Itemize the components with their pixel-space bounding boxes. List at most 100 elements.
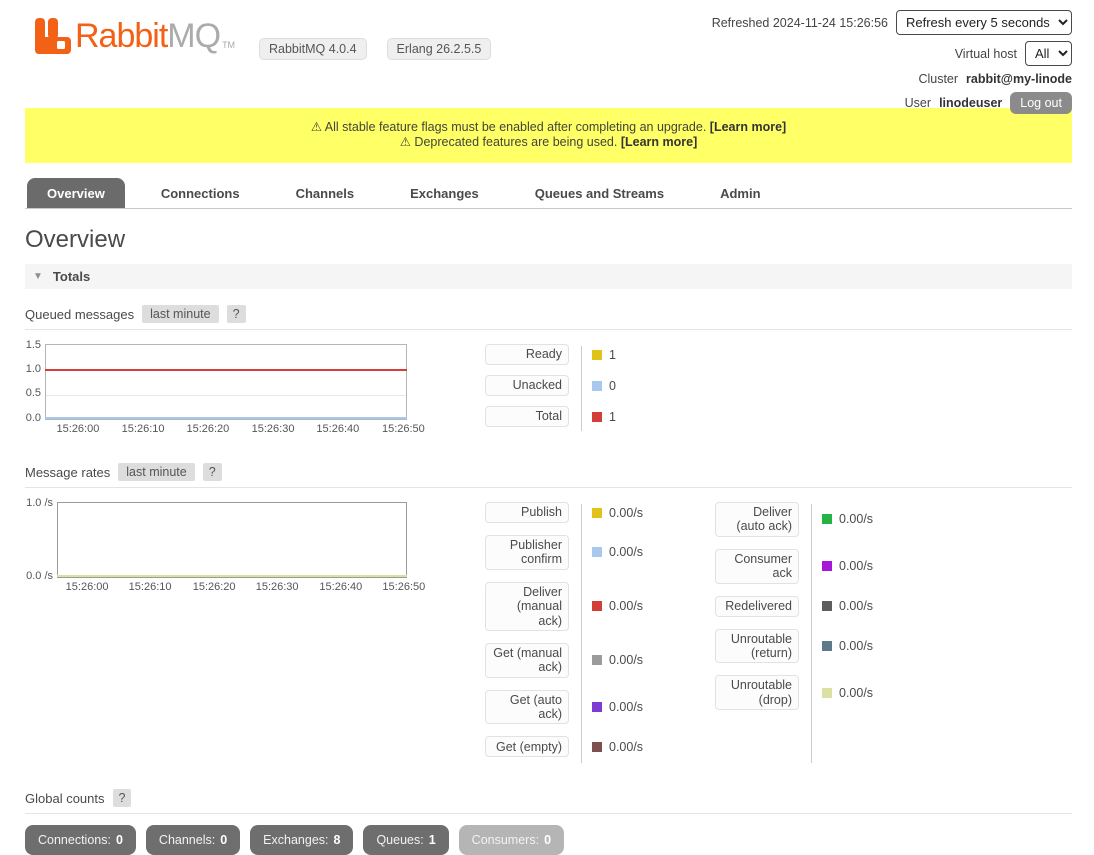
redelivered-rate: 0.00/s — [839, 599, 873, 613]
legend-toggle-get-manual-ack[interactable]: Get (manual ack) — [485, 643, 569, 678]
legend-row-publish: Publish 0.00/s — [485, 502, 697, 523]
get-empty-rate: 0.00/s — [609, 740, 643, 754]
legend-toggle-get-empty[interactable]: Get (empty) — [485, 736, 569, 757]
get-auto-ack-swatch — [592, 702, 602, 712]
legend-toggle-unroutable-return[interactable]: Unroutable (return) — [715, 629, 799, 664]
channels-count-value: 0 — [220, 833, 227, 847]
x-tick: 15:26:40 — [316, 423, 359, 435]
header: RabbitMQ TM RabbitMQ 4.0.4 Erlang 26.2.5… — [25, 0, 1072, 108]
legend-row-deliver-manual-ack: Deliver (manual ack) 0.00/s — [485, 582, 697, 631]
legend-toggle-total[interactable]: Total — [485, 406, 569, 427]
get-manual-ack-swatch — [592, 655, 602, 665]
exchanges-count-badge: Exchanges:8 — [250, 825, 353, 855]
deliver-manual-ack-swatch — [592, 601, 602, 611]
main-nav-tabs: Overview Connections Channels Exchanges … — [25, 178, 1072, 209]
user-name: linodeuser — [939, 96, 1002, 110]
legend-toggle-publish[interactable]: Publish — [485, 502, 569, 523]
message-rates-title: Message rates — [25, 465, 110, 480]
x-tick: 15:26:40 — [319, 581, 362, 593]
unroutable-drop-rate: 0.00/s — [839, 686, 873, 700]
global-counts-help-icon[interactable]: ? — [113, 789, 132, 807]
queued-help-icon[interactable]: ? — [227, 305, 246, 323]
legend-row-get-auto-ack: Get (auto ack) 0.00/s — [485, 690, 697, 725]
deprecated-learn-more-link[interactable]: [Learn more] — [621, 135, 697, 149]
legend-toggle-ready[interactable]: Ready — [485, 344, 569, 365]
unacked-value: 0 — [609, 379, 616, 393]
queued-period-badge[interactable]: last minute — [142, 305, 218, 323]
banner-line-deprecated: ⚠ Deprecated features are being used. [L… — [35, 135, 1062, 150]
y-tick: 1.0 /s — [25, 497, 53, 509]
legend-row-ready: Ready 1 — [485, 344, 697, 365]
legend-row-consumer-ack: Consumer ack 0.00/s — [715, 549, 927, 584]
queued-messages-chart-row: 1.5 1.0 0.5 0.0 15:26:00 15:26:10 15:26:… — [25, 344, 1072, 437]
series-line-unroutable-drop — [57, 575, 407, 577]
feature-flags-learn-more-link[interactable]: [Learn more] — [710, 120, 786, 134]
collapse-triangle-icon[interactable]: ▼ — [33, 271, 43, 282]
legend-toggle-redelivered[interactable]: Redelivered — [715, 596, 799, 617]
message-rates-heading: Message rates last minute ? — [25, 463, 1072, 488]
tab-exchanges[interactable]: Exchanges — [390, 178, 499, 208]
deliver-auto-ack-rate: 0.00/s — [839, 512, 873, 526]
legend-row-unroutable-return: Unroutable (return) 0.00/s — [715, 629, 927, 664]
tab-admin[interactable]: Admin — [700, 178, 780, 208]
rabbitmq-logo-icon — [35, 18, 71, 54]
virtual-host-select[interactable]: All — [1025, 41, 1072, 66]
logout-button[interactable]: Log out — [1010, 92, 1072, 114]
rates-period-badge[interactable]: last minute — [118, 463, 194, 481]
totals-label: Totals — [53, 269, 90, 284]
x-tick: 15:26:30 — [256, 581, 299, 593]
get-auto-ack-rate: 0.00/s — [609, 700, 643, 714]
publish-swatch — [592, 508, 602, 518]
y-tick: 1.0 — [25, 363, 41, 375]
tab-channels[interactable]: Channels — [276, 178, 375, 208]
legend-toggle-unacked[interactable]: Unacked — [485, 375, 569, 396]
rates-help-icon[interactable]: ? — [203, 463, 222, 481]
refreshed-timestamp: Refreshed 2024-11-24 15:26:56 — [712, 16, 888, 30]
tab-queues-and-streams[interactable]: Queues and Streams — [515, 178, 684, 208]
legend-row-unacked: Unacked 0 — [485, 375, 697, 396]
rates-legend-left: Publish 0.00/s Publisher confirm 0.00/s … — [485, 502, 697, 769]
legend-toggle-consumer-ack[interactable]: Consumer ack — [715, 549, 799, 584]
legend-toggle-unroutable-drop[interactable]: Unroutable (drop) — [715, 675, 799, 710]
x-tick: 15:26:30 — [252, 423, 295, 435]
consumers-count-badge: Consumers:0 — [459, 825, 564, 855]
tab-overview[interactable]: Overview — [27, 178, 125, 208]
cluster-name: rabbit@my-linode — [966, 72, 1072, 86]
legend-row-get-manual-ack: Get (manual ack) 0.00/s — [485, 643, 697, 678]
x-tick: 15:26:20 — [186, 423, 229, 435]
publish-rate: 0.00/s — [609, 506, 643, 520]
legend-toggle-deliver-auto-ack[interactable]: Deliver (auto ack) — [715, 502, 799, 537]
x-tick: 15:26:00 — [66, 581, 109, 593]
global-counts-heading: Global counts ? — [25, 789, 1072, 814]
global-counts-title: Global counts — [25, 791, 105, 806]
legend-row-total: Total 1 — [485, 406, 697, 427]
legend-toggle-publisher-confirm[interactable]: Publisher confirm — [485, 535, 569, 570]
get-manual-ack-rate: 0.00/s — [609, 653, 643, 667]
totals-section-header[interactable]: ▼ Totals — [25, 264, 1072, 289]
legend-row-get-empty: Get (empty) 0.00/s — [485, 736, 697, 757]
consumer-ack-rate: 0.00/s — [839, 559, 873, 573]
erlang-version-badge: Erlang 26.2.5.5 — [387, 38, 492, 60]
total-swatch — [592, 412, 602, 422]
tab-connections[interactable]: Connections — [141, 178, 260, 208]
refresh-interval-select[interactable]: Refresh every 5 seconds — [896, 10, 1072, 35]
cluster-label: Cluster — [918, 72, 958, 86]
legend-row-redelivered: Redelivered 0.00/s — [715, 596, 927, 617]
rabbitmq-overview-page: RabbitMQ TM RabbitMQ 4.0.4 Erlang 26.2.5… — [0, 0, 1094, 794]
header-right: Refreshed 2024-11-24 15:26:56 Refresh ev… — [712, 10, 1072, 120]
x-tick: 15:26:00 — [57, 423, 100, 435]
ready-value: 1 — [609, 348, 616, 362]
rabbitmq-logo[interactable]: RabbitMQ TM — [35, 18, 235, 54]
message-rates-chart: 1.0 /s 0.0 /s 15:26:00 15:26:10 15:26:20… — [25, 502, 446, 769]
legend-toggle-get-auto-ack[interactable]: Get (auto ack) — [485, 690, 569, 725]
x-tick: 15:26:10 — [129, 581, 172, 593]
connections-count-value: 0 — [116, 833, 123, 847]
legend-toggle-deliver-manual-ack[interactable]: Deliver (manual ack) — [485, 582, 569, 631]
ready-swatch — [592, 350, 602, 360]
series-line-total — [45, 369, 407, 371]
y-tick: 1.5 — [25, 339, 41, 351]
logo-text: RabbitMQ — [75, 18, 220, 54]
legend-row-deliver-auto-ack: Deliver (auto ack) 0.00/s — [715, 502, 927, 537]
feature-flags-warning-text: ⚠ All stable feature flags must be enabl… — [311, 120, 706, 134]
queues-count-badge: Queues:1 — [363, 825, 448, 855]
